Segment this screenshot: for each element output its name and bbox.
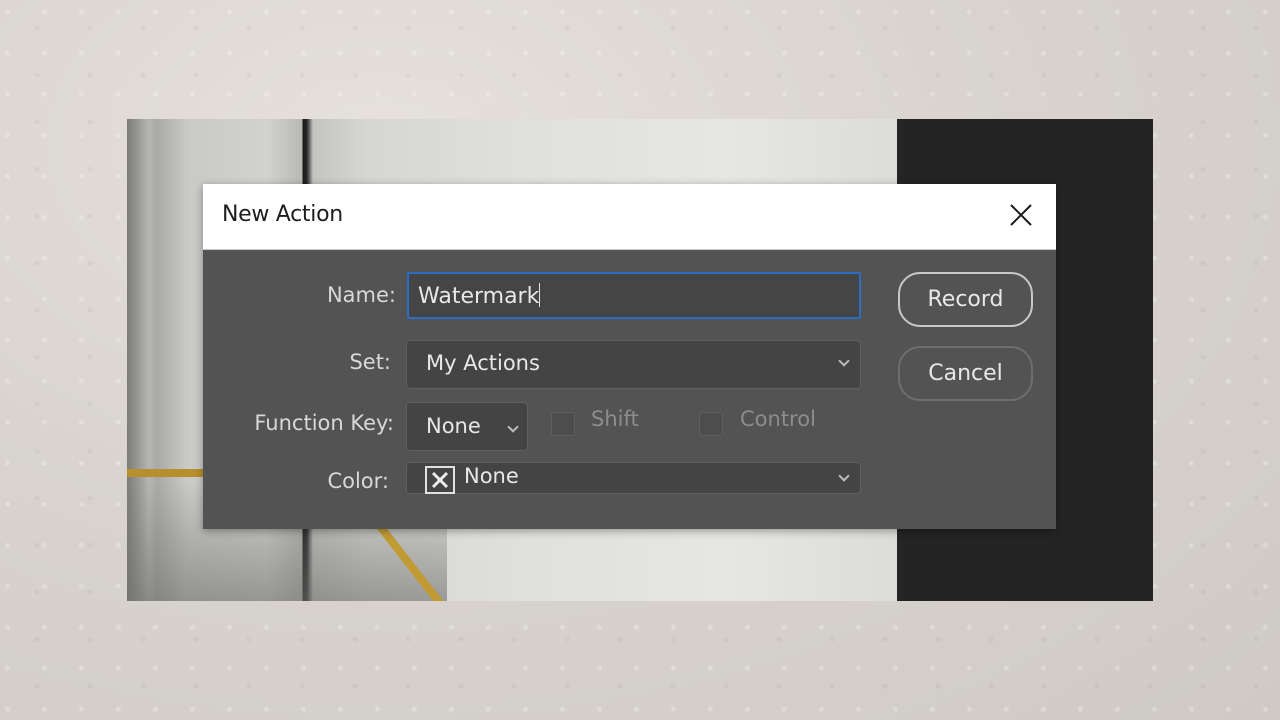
x-swatch-icon <box>425 466 455 494</box>
text-caret <box>539 283 541 307</box>
close-icon <box>1010 204 1032 226</box>
color-dropdown-value: None <box>464 464 519 488</box>
close-button[interactable] <box>1004 198 1038 232</box>
dialog-titlebar: New Action <box>203 184 1056 250</box>
name-input[interactable]: Watermark <box>407 272 861 319</box>
dialog-title: New Action <box>222 202 343 227</box>
photo-gold-rod <box>127 469 207 477</box>
name-input-value: Watermark <box>418 284 540 309</box>
control-checkbox[interactable] <box>699 412 723 436</box>
chevron-down-icon <box>838 470 850 482</box>
record-button[interactable]: Record <box>898 272 1033 327</box>
function-key-value: None <box>426 414 481 438</box>
color-label: Color: <box>327 469 389 493</box>
color-dropdown[interactable]: None <box>406 462 861 494</box>
chevron-down-icon <box>507 420 519 433</box>
chevron-down-icon <box>838 354 850 367</box>
shift-label: Shift <box>591 407 639 431</box>
function-key-label: Function Key: <box>254 411 394 435</box>
shift-checkbox[interactable] <box>551 412 575 436</box>
cancel-button[interactable]: Cancel <box>898 346 1033 401</box>
name-label: Name: <box>326 283 396 307</box>
set-dropdown-value: My Actions <box>426 351 540 375</box>
new-action-dialog: New Action Name: Watermark Set: My Actio… <box>203 184 1056 529</box>
set-dropdown[interactable]: My Actions <box>406 340 861 389</box>
set-label: Set: <box>349 350 391 374</box>
function-key-dropdown[interactable]: None <box>406 402 528 451</box>
control-label: Control <box>740 407 816 431</box>
